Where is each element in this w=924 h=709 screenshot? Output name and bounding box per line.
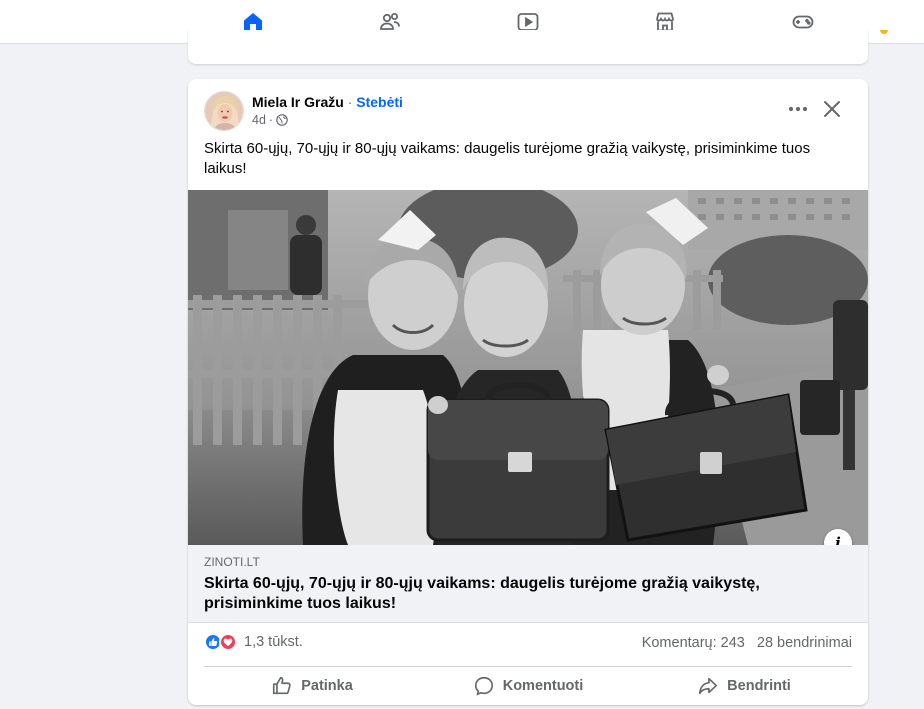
post-meta: 4d · [252, 113, 288, 127]
share-icon [699, 677, 718, 695]
post-actions: Patinka Komentuoti Bendrinti [204, 667, 852, 705]
post-link-image[interactable] [188, 190, 868, 545]
like-icon [273, 676, 291, 695]
link-title[interactable]: Skirta 60-ųjų, 70-ųjų ir 80-ųjų vaikams:… [204, 574, 824, 614]
more-options-icon [788, 106, 808, 112]
post-card: Miela Ir Gražu · Stebėti 4d · Skirta 60-… [188, 79, 868, 705]
post-stats: Komentarų: 243 28 bendrinimai [642, 635, 852, 651]
share-label: Bendrinti [727, 678, 791, 694]
meta-separator: · [268, 113, 274, 127]
reaction-count: 1,3 tūkst. [244, 634, 303, 650]
share-button[interactable]: Bendrinti [636, 667, 852, 705]
comment-label: Komentuoti [502, 678, 584, 694]
post-text: Skirta 60-ųjų, 70-ųjų ir 80-ųjų vaikams:… [204, 140, 811, 177]
follow-button[interactable]: Stebėti [356, 94, 403, 110]
separator-dot: · [347, 94, 353, 110]
author-name[interactable]: Miela Ir Gražu [252, 94, 344, 110]
schoolgirls-photo [188, 190, 868, 545]
post-options-button[interactable] [784, 95, 812, 123]
previous-post-card [188, 30, 888, 64]
shares-count[interactable]: 28 bendrinimai [757, 635, 852, 651]
like-label: Patinka [301, 678, 353, 694]
reaction-emoji-partial-icon [880, 30, 888, 34]
love-reaction-icon [219, 633, 237, 651]
reactions-summary[interactable]: 1,3 tūkst. [204, 633, 303, 651]
comments-count[interactable]: Komentarų: 243 [642, 635, 745, 651]
post-author-line: Miela Ir Gražu · Stebėti [252, 93, 403, 111]
hide-post-button[interactable] [818, 95, 846, 123]
like-button[interactable]: Patinka [204, 667, 420, 705]
author-avatar[interactable] [204, 91, 244, 131]
close-icon [824, 101, 840, 117]
comment-button[interactable]: Komentuoti [420, 667, 636, 705]
post-timestamp[interactable]: 4d [252, 113, 266, 127]
link-preview[interactable]: ZINOTI.LT Skirta 60-ųjų, 70-ųjų ir 80-ųj… [188, 545, 868, 623]
comment-icon [474, 676, 493, 696]
globe-icon [276, 114, 288, 126]
link-domain: ZINOTI.LT [204, 555, 260, 569]
